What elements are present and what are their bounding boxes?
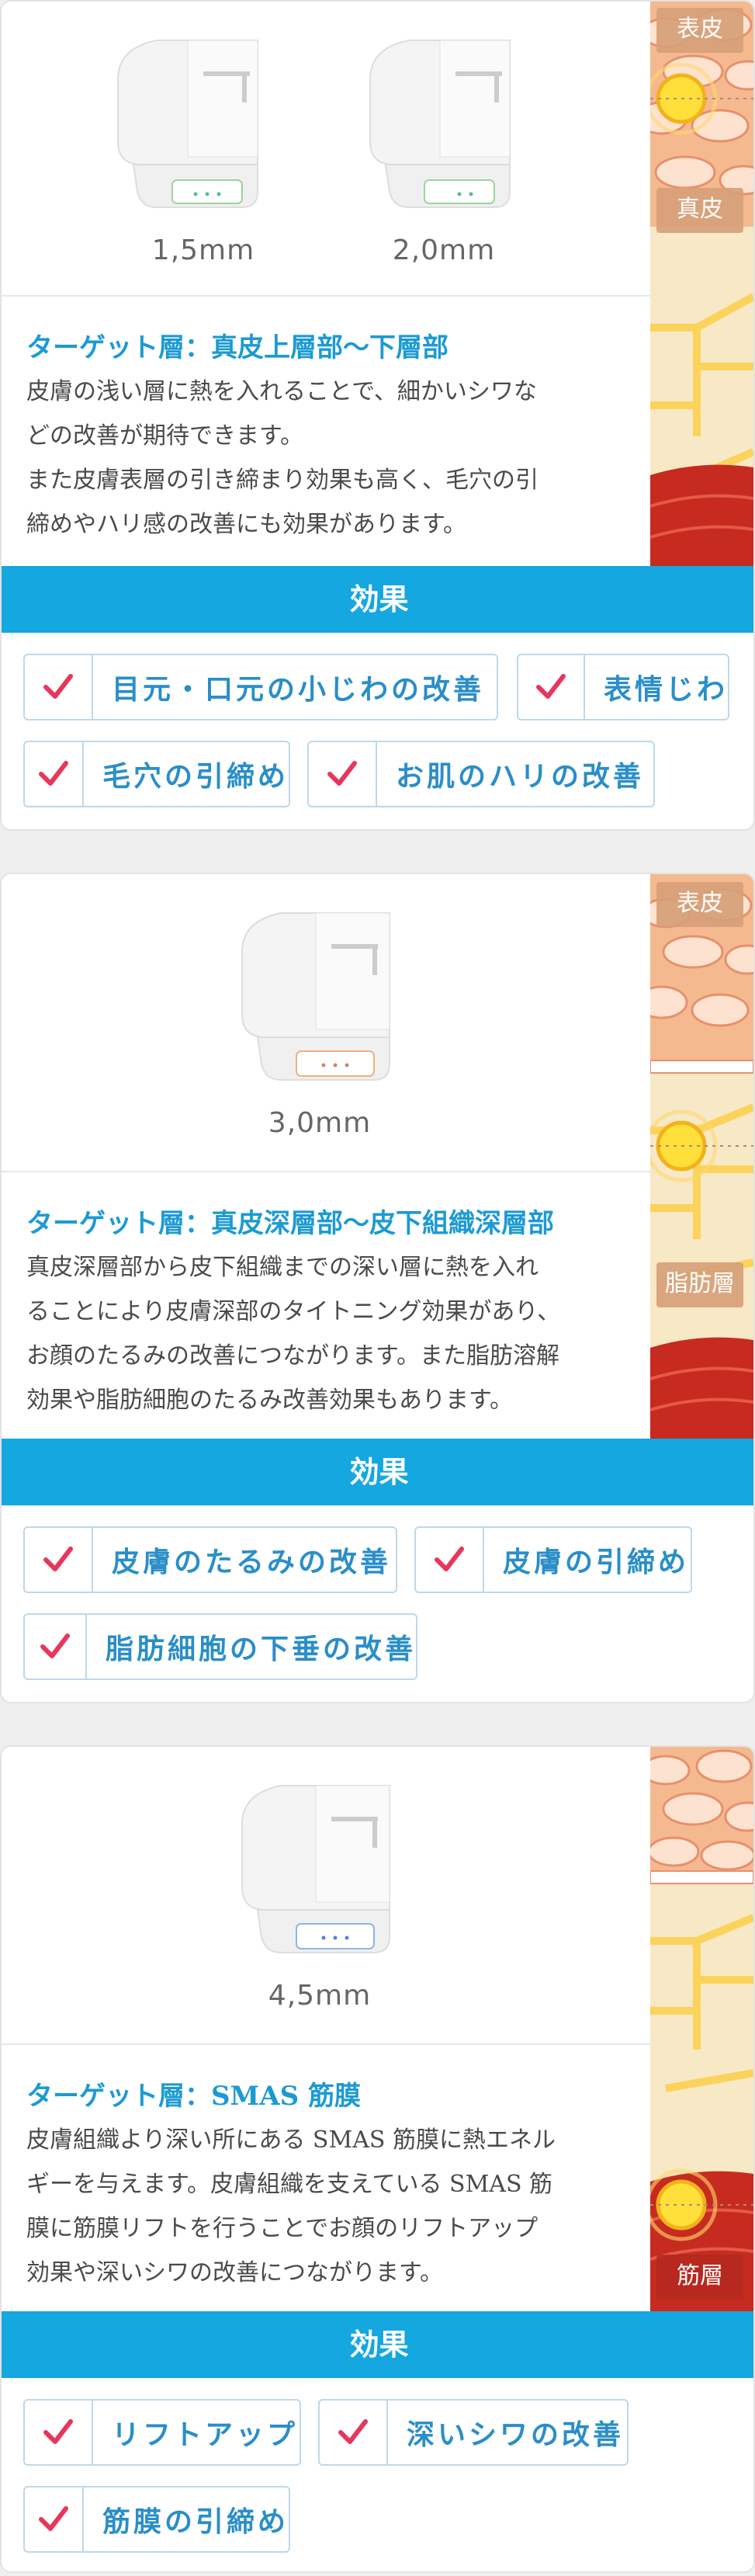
cartridge-size: 4,5mm — [268, 1980, 372, 2012]
check-icon — [25, 655, 93, 719]
target-layer-title: ターゲット層：SMAS 筋膜 — [26, 2081, 361, 2112]
check-icon — [25, 1528, 93, 1592]
cartridge-image — [362, 33, 518, 219]
check-icon — [25, 742, 84, 806]
cartridge-size: 2,0mm — [392, 234, 496, 266]
skin-layer-diagram: 表皮 真皮 — [650, 2, 753, 567]
skin-label-epidermis: 表皮 — [656, 8, 743, 53]
effects-header: 効果 — [2, 2311, 753, 2378]
effect-tag: 皮膚の引締め — [414, 1526, 692, 1593]
description: 真皮深層部から皮下組織までの深い層に熱を入れ ることにより皮膚深部のタイトニング… — [26, 1254, 561, 1414]
skin-layer-diagram: 表皮 脂肪層 — [650, 874, 753, 1439]
check-icon — [25, 2487, 84, 2551]
cartridge-image — [234, 905, 397, 1092]
check-icon — [309, 742, 377, 806]
effect-tag: 毛穴の引締め — [23, 741, 290, 807]
effect-tag: 脂肪細胞の下垂の改善 — [23, 1613, 417, 1680]
skin-layer-diagram: 筋層 — [650, 1747, 753, 2312]
effect-tag: お肌のハリの改善 — [307, 741, 655, 807]
effects-header: 効果 — [2, 1439, 753, 1505]
cartridge-images: 1,5mm 2,0mm — [2, 2, 653, 297]
target-layer-title: ターゲット層：真皮深層部〜皮下組織深層部 — [26, 1208, 554, 1239]
skin-label-epidermis: 表皮 — [656, 882, 743, 927]
card-3: 4,5mm 筋層 ターゲット層：SMAS 筋膜 皮膚組織より深い所にある SMA… — [0, 1745, 755, 2573]
target-layer-title: ターゲット層：真皮上層部〜下層部 — [26, 332, 448, 363]
description: 皮膚の浅い層に熱を入れることで、細かいシワな どの改善が期待できます。 また皮膚… — [26, 378, 539, 538]
description: 皮膚組織より深い所にある SMAS 筋膜に熱エネル ギーを与えます。皮膚組織を支… — [26, 2126, 556, 2286]
effect-tag: 表情じわ — [517, 654, 729, 720]
effect-tag: 皮膚のたるみの改善 — [23, 1526, 397, 1593]
cartridge-images: 3,0mm — [2, 874, 653, 1172]
skin-label-muscle: 筋層 — [656, 2255, 743, 2300]
cartridge-image — [234, 1778, 397, 1964]
check-icon — [518, 655, 585, 719]
check-icon — [416, 1528, 484, 1592]
check-icon — [320, 2401, 388, 2464]
card-1: 1,5mm 2,0mm 表皮 真皮 ターゲット層：真皮上層部〜下層部 皮膚の浅い… — [0, 0, 755, 831]
cartridge-images: 4,5mm — [2, 1747, 653, 2045]
check-icon — [25, 2401, 93, 2464]
card-2: 3,0mm 表皮 脂肪層 ターゲット層：真皮深層部〜皮下組織深層部 真皮深層部か… — [0, 873, 755, 1703]
cartridge-size: 3,0mm — [268, 1107, 372, 1139]
skin-label-fat: 脂肪層 — [656, 1262, 743, 1307]
effect-tag: リフトアップ — [23, 2399, 301, 2466]
check-icon — [25, 1615, 87, 1679]
cartridge-image — [110, 33, 265, 219]
skin-label-dermis: 真皮 — [656, 188, 743, 233]
cartridge-size: 1,5mm — [151, 234, 255, 266]
effect-tag: 深いシワの改善 — [318, 2399, 629, 2466]
effect-tag: 筋膜の引締め — [23, 2486, 290, 2553]
effect-tag: 目元・口元の小じわの改善 — [23, 654, 498, 720]
effects-header: 効果 — [2, 566, 753, 633]
